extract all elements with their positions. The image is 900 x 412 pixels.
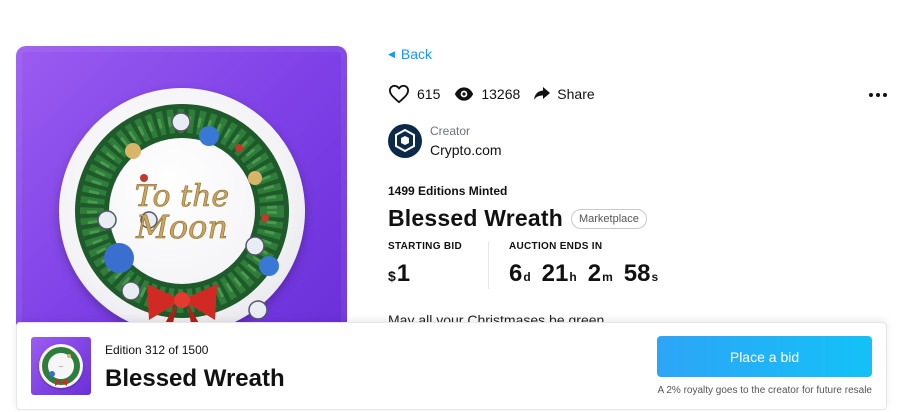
nft-artwork[interactable]: To the Moon <box>16 46 347 346</box>
countdown-days: 6 <box>508 260 523 287</box>
seconds-unit: s <box>651 270 659 284</box>
auction-ends-label: AUCTION ENDS IN <box>508 241 603 252</box>
nft-title: Blessed Wreath <box>388 205 563 231</box>
back-link[interactable]: ◀ Back <box>388 46 432 62</box>
edition-number: Edition 312 of 1500 <box>105 343 209 357</box>
days-unit: d <box>523 270 531 284</box>
minutes-unit: m <box>602 270 613 284</box>
divider <box>487 241 489 289</box>
royalty-note: A 2% royalty goes to the creator for fut… <box>657 385 872 396</box>
back-arrow-icon: ◀ <box>388 48 395 59</box>
currency-symbol: $ <box>388 268 396 284</box>
share-icon <box>534 87 551 100</box>
starting-bid-label: STARTING BID <box>388 241 462 252</box>
view-count: 13268 <box>481 86 521 102</box>
auction-countdown: AUCTION ENDS IN 6d 21h 2m 58s <box>509 241 658 289</box>
creator-name[interactable]: Crypto.com <box>430 142 502 158</box>
share-button[interactable]: Share <box>534 86 595 102</box>
bid-bar: ~ Edition 312 of 1500 Blessed Wreath Pla… <box>16 322 887 410</box>
share-label: Share <box>557 86 595 102</box>
like-button[interactable]: 615 <box>388 84 440 104</box>
creator-role-label: Creator <box>430 124 471 138</box>
crypto-com-logo <box>388 124 422 158</box>
stats-row: 615 13268 Share <box>388 84 609 104</box>
auction-info: STARTING BID $ 1 AUCTION ENDS IN 6d 21h … <box>388 241 658 289</box>
starting-bid: STARTING BID $ 1 <box>388 241 462 289</box>
artwork-text-line2: Moon <box>135 208 228 246</box>
creator-info[interactable]: Creator Crypto.com <box>388 124 502 158</box>
hours-unit: h <box>569 270 577 284</box>
wreath-thumbnail-icon: ~ <box>42 347 80 386</box>
starting-bid-value: 1 <box>396 260 411 287</box>
marketplace-badge: Marketplace <box>570 208 647 229</box>
wreath-illustration: To the Moon <box>75 104 289 334</box>
bar-title: Blessed Wreath <box>105 365 285 392</box>
title-row: Blessed Wreath Marketplace <box>388 205 647 232</box>
countdown-minutes: 2 <box>587 260 602 287</box>
place-bid-button[interactable]: Place a bid <box>657 336 872 377</box>
like-count: 615 <box>417 86 441 102</box>
eye-icon <box>455 87 474 101</box>
back-label: Back <box>400 46 433 62</box>
editions-minted: 1499 Editions Minted <box>388 184 508 198</box>
more-options-icon[interactable] <box>866 84 890 106</box>
nft-thumbnail: ~ <box>31 337 91 395</box>
countdown-hours: 21 <box>541 260 569 287</box>
svg-text:~: ~ <box>58 363 64 371</box>
heart-icon <box>388 84 409 104</box>
countdown-seconds: 58 <box>623 260 651 287</box>
views-indicator: 13268 <box>454 86 520 102</box>
